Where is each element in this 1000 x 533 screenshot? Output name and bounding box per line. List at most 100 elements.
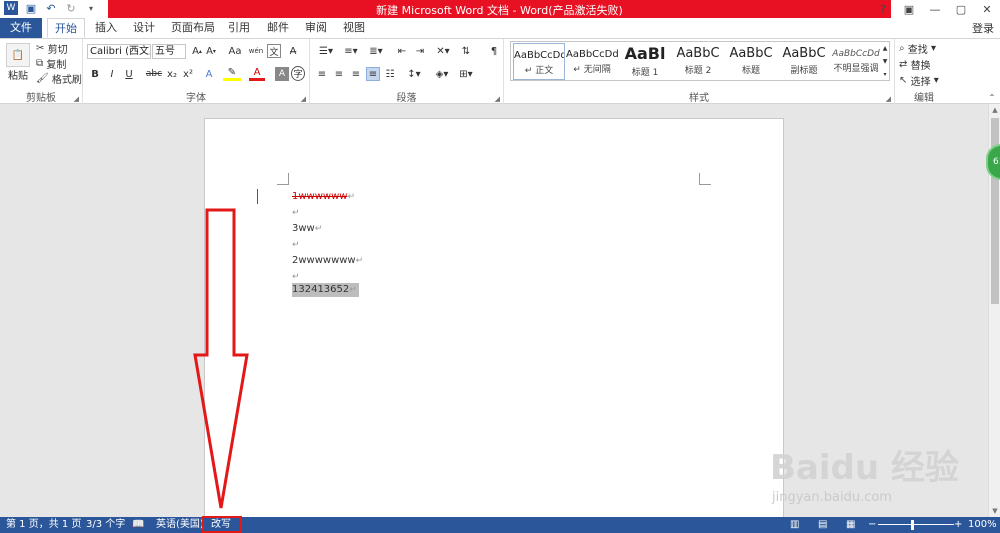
bold-button[interactable]: B xyxy=(88,67,102,81)
zoom-out-icon[interactable]: − xyxy=(868,517,876,533)
redo-icon[interactable]: ↻ xyxy=(64,1,78,15)
phonetic-guide-icon[interactable]: wén xyxy=(249,42,263,60)
word-count[interactable]: 3/3 个字 xyxy=(86,517,125,533)
style-subtitle[interactable]: AaBbC 副标题 xyxy=(778,43,830,80)
change-case-button[interactable]: Aa xyxy=(225,45,245,58)
replace-button[interactable]: ⇄ 替换 xyxy=(899,58,931,73)
font-size-select[interactable]: 五号 xyxy=(152,44,186,59)
bullets-icon[interactable]: ☰▾ xyxy=(315,44,337,58)
format-painter-button[interactable]: 🖌 格式刷 xyxy=(36,72,82,87)
tab-review[interactable]: 审阅 xyxy=(298,18,334,38)
doc-line-5[interactable]: 2wwwwwww↵ xyxy=(292,255,363,267)
char-shading-icon[interactable]: A xyxy=(275,67,289,81)
zoom-slider-thumb[interactable] xyxy=(911,520,914,530)
zoom-in-icon[interactable]: + xyxy=(954,517,962,533)
maximize-button[interactable]: ▢ xyxy=(948,0,974,18)
gallery-more-icon[interactable]: ▾ xyxy=(881,68,889,80)
paste-icon[interactable]: 📋 xyxy=(6,43,30,67)
align-right-icon[interactable]: ≡ xyxy=(349,67,363,81)
show-marks-icon[interactable]: ¶ xyxy=(488,44,500,58)
page-count[interactable]: 第 1 页，共 1 页 xyxy=(6,517,81,533)
doc-line-2[interactable]: ↵ xyxy=(292,207,300,219)
close-button[interactable]: ✕ xyxy=(974,0,1000,18)
style-normal[interactable]: AaBbCcDd ↵ 正文 xyxy=(513,43,565,80)
strikethrough-button[interactable]: abc xyxy=(145,67,163,81)
tab-view[interactable]: 视图 xyxy=(336,18,372,38)
save-icon[interactable]: ▣ xyxy=(24,1,38,15)
customize-qat-icon[interactable]: ▾ xyxy=(84,1,98,15)
style-title[interactable]: AaBbC 标题 xyxy=(725,43,777,80)
scroll-down-icon[interactable]: ▼ xyxy=(989,507,1000,515)
language-indicator[interactable]: 英语(美国) xyxy=(156,517,204,533)
zoom-slider[interactable] xyxy=(878,524,954,525)
sort-icon[interactable]: ⇅ xyxy=(458,44,474,58)
numbering-icon[interactable]: ≡▾ xyxy=(340,44,362,58)
tab-file[interactable]: 文件 xyxy=(0,18,42,38)
clipboard-launcher-icon[interactable]: ◢ xyxy=(74,95,79,103)
undo-icon[interactable]: ↶ xyxy=(44,1,58,15)
zoom-level[interactable]: 100% xyxy=(968,517,997,533)
tab-home[interactable]: 开始 xyxy=(47,18,85,38)
gallery-down-icon[interactable]: ▼ xyxy=(881,55,889,67)
underline-button[interactable]: U xyxy=(122,67,136,81)
tab-design[interactable]: 设计 xyxy=(126,18,162,38)
scroll-up-icon[interactable]: ▲ xyxy=(989,106,1000,114)
text-effects-icon[interactable]: A xyxy=(201,67,217,81)
doc-line-4[interactable]: ↵ xyxy=(292,239,300,251)
shading-icon[interactable]: ◈▾ xyxy=(432,67,452,81)
minimize-button[interactable]: — xyxy=(922,0,948,18)
grow-font-icon[interactable]: A ▴ xyxy=(191,45,203,58)
doc-line-1[interactable]: 1wwwwww↵ xyxy=(292,191,355,203)
multilevel-list-icon[interactable]: ≣▾ xyxy=(365,44,387,58)
print-layout-icon[interactable]: ▤ xyxy=(818,517,827,533)
tab-insert[interactable]: 插入 xyxy=(88,18,124,38)
cut-button[interactable]: ✂ 剪切 xyxy=(36,42,68,57)
copy-button[interactable]: ⧉ 复制 xyxy=(36,57,66,72)
font-color-icon[interactable]: A xyxy=(249,67,265,81)
style-no-spacing[interactable]: AaBbCcDd ↵ 无间隔 xyxy=(566,43,618,80)
ribbon-display-button[interactable]: ▣ xyxy=(896,0,922,18)
tab-layout[interactable]: 页面布局 xyxy=(164,18,222,38)
distributed-icon[interactable]: ☷ xyxy=(383,67,397,81)
decrease-indent-icon[interactable]: ⇤ xyxy=(394,44,410,58)
find-button[interactable]: ⌕ 查找 ▾ xyxy=(899,42,936,57)
styles-launcher-icon[interactable]: ◢ xyxy=(886,95,891,103)
select-button[interactable]: ↖ 选择 ▾ xyxy=(899,74,939,89)
align-left-icon[interactable]: ≡ xyxy=(315,67,329,81)
subscript-button[interactable]: x₂ xyxy=(165,67,179,81)
paste-button[interactable]: 粘贴 xyxy=(4,68,32,82)
line-spacing-icon[interactable]: ↕▾ xyxy=(404,67,424,81)
proofing-icon[interactable]: 📖 xyxy=(132,517,144,533)
doc-line-7[interactable]: 132413652↵ xyxy=(292,283,359,297)
font-name-select[interactable]: Calibri (西文正 xyxy=(87,44,151,59)
document-page[interactable]: 1wwwwww↵ ↵ 3ww↵ ↵ 2wwwwwww↵ ↵ 132413652↵ xyxy=(204,118,784,518)
collapse-ribbon-icon[interactable]: ⌃ xyxy=(986,91,998,103)
chinese-layout-icon[interactable]: ✕▾ xyxy=(432,44,454,58)
shrink-font-icon[interactable]: A ▾ xyxy=(205,45,217,58)
read-mode-icon[interactable]: ▥ xyxy=(790,517,799,533)
doc-line-6[interactable]: ↵ xyxy=(292,271,300,283)
doc-line-3[interactable]: 3ww↵ xyxy=(292,223,322,235)
clear-format-icon[interactable]: A̶ xyxy=(286,44,300,58)
tab-mailings[interactable]: 邮件 xyxy=(260,18,296,38)
highlight-color-icon[interactable]: ✎ xyxy=(223,67,241,81)
enclose-characters-icon[interactable]: 字 xyxy=(291,66,305,81)
sign-in-link[interactable]: 登录 xyxy=(972,20,994,36)
enclose-char-icon[interactable]: 文 xyxy=(267,44,281,58)
superscript-button[interactable]: x² xyxy=(181,67,195,81)
justify-icon[interactable]: ≡ xyxy=(366,67,380,81)
brush-icon: 🖌 xyxy=(36,72,49,84)
align-center-icon[interactable]: ≡ xyxy=(332,67,346,81)
help-button[interactable]: ? xyxy=(870,0,896,18)
style-heading-2[interactable]: AaBbC 标题 2 xyxy=(672,43,724,80)
gallery-up-icon[interactable]: ▲ xyxy=(881,42,889,54)
paragraph-launcher-icon[interactable]: ◢ xyxy=(495,95,500,103)
tab-references[interactable]: 引用 xyxy=(221,18,257,38)
increase-indent-icon[interactable]: ⇥ xyxy=(412,44,428,58)
web-layout-icon[interactable]: ▦ xyxy=(846,517,855,533)
style-subtle-emphasis[interactable]: AaBbCcDd 不明显强调 xyxy=(831,43,881,80)
style-heading-1[interactable]: AaBl 标题 1 xyxy=(619,43,671,80)
italic-button[interactable]: I xyxy=(105,67,119,81)
borders-icon[interactable]: ⊞▾ xyxy=(456,67,476,81)
font-launcher-icon[interactable]: ◢ xyxy=(301,95,306,103)
